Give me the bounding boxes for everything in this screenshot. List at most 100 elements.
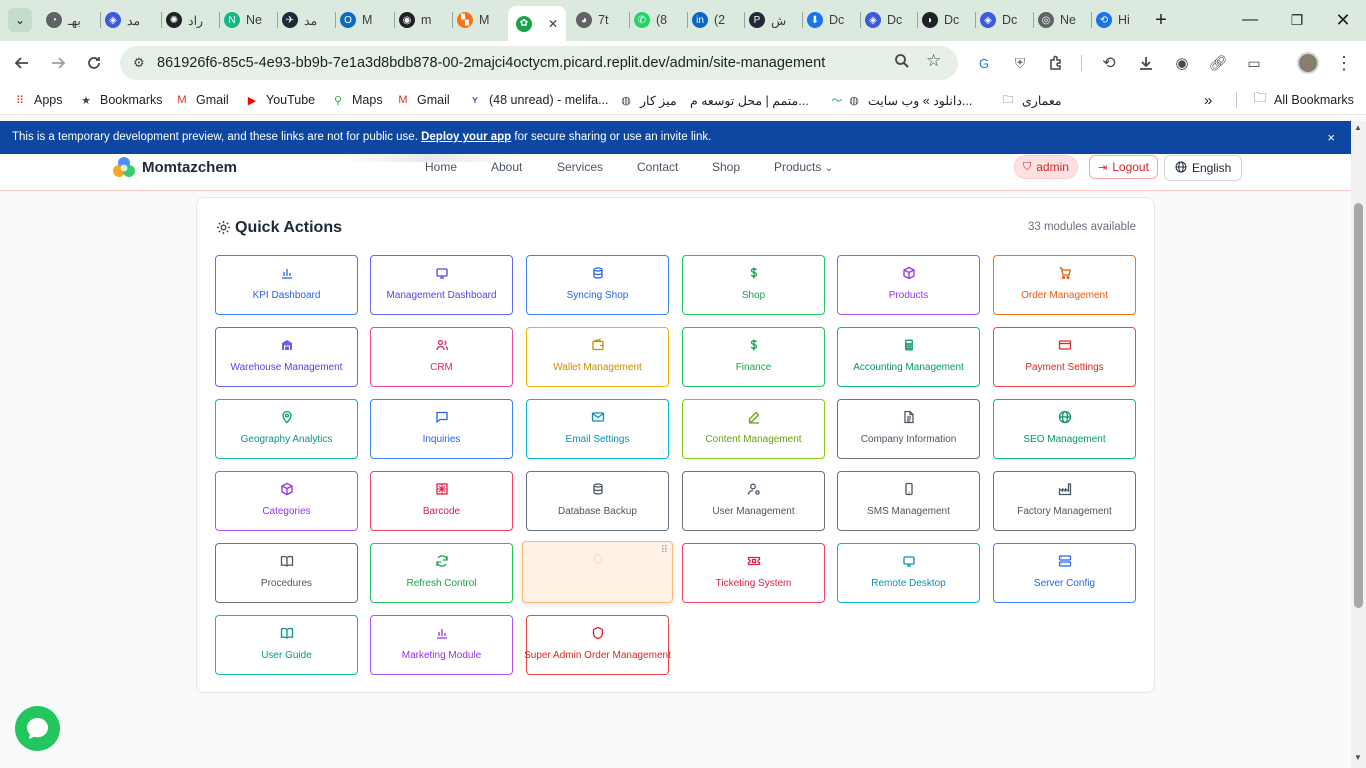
module-card-categories[interactable]: Categories (215, 471, 358, 531)
minimize-icon[interactable]: — (1238, 8, 1262, 32)
scrollbar-thumb[interactable] (1354, 203, 1363, 608)
bookmark-item[interactable]: M Gmail (395, 91, 449, 109)
bookmark-item[interactable]: ⠿ Apps (12, 91, 63, 109)
back-arrow-icon[interactable] (10, 51, 34, 75)
address-bar[interactable]: ⚙ 861926f6-85c5-4e93-bb9b-7e1a3d8bdb878-… (120, 46, 958, 80)
nav-services[interactable]: Services (557, 160, 603, 174)
module-card-remote-desktop[interactable]: Remote Desktop (837, 543, 980, 603)
module-card-email-settings[interactable]: Email Settings (526, 399, 669, 459)
nav-products[interactable]: Products ⌄ (774, 160, 833, 174)
module-card-inquiries[interactable]: Inquiries (370, 399, 513, 459)
link-icon[interactable]: 🔗︎ (1206, 51, 1230, 75)
language-selector[interactable]: English (1164, 155, 1243, 181)
scroll-up-icon[interactable]: ▲ (1354, 123, 1362, 132)
forward-arrow-icon[interactable] (46, 51, 70, 75)
site-info-icon[interactable]: ⚙ (133, 55, 145, 71)
browser-tab[interactable]: ◕ 7t (576, 6, 628, 34)
url-text[interactable]: 861926f6-85c5-4e93-bb9b-7e1a3d8bdb878-00… (157, 55, 825, 71)
tab-active[interactable]: ✿ ✕ (508, 6, 567, 41)
module-card-database-backup[interactable]: Database Backup (526, 471, 669, 531)
bookmark-item[interactable]: متمم | محل توسعه م... 〜 (690, 91, 845, 109)
module-card-payment-settings[interactable]: Payment Settings (993, 327, 1136, 387)
momtazchem-logo-icon[interactable] (112, 156, 136, 180)
drag-handle-icon[interactable]: ⠿ (661, 545, 668, 556)
module-card-kpi-dashboard[interactable]: KPI Dashboard (215, 255, 358, 315)
module-card-sms-management[interactable]: SMS Management (837, 471, 980, 531)
browser-tab[interactable]: ⬇ Dc (807, 6, 859, 34)
module-card-syncing-shop[interactable]: Syncing Shop (526, 255, 669, 315)
bookmark-item[interactable]: دانلود » وب سایت... ◍ (846, 91, 972, 109)
browser-tab[interactable]: ✆ (8 (634, 6, 686, 34)
nav-home[interactable]: Home (425, 160, 457, 174)
admin-badge[interactable]: ⛉ admin (1014, 155, 1078, 179)
browser-tab[interactable]: ▚ M (457, 6, 509, 34)
brand-name[interactable]: Momtazchem (142, 159, 237, 176)
extensions-puzzle-icon[interactable] (1044, 51, 1068, 75)
module-card-products[interactable]: Products (837, 255, 980, 315)
browser-tab[interactable]: ◈ Dc (865, 6, 917, 34)
module-card-procedures[interactable]: Procedures (215, 543, 358, 603)
bookmark-item[interactable]: ▶ YouTube (244, 91, 315, 109)
bookmark-item[interactable]: معماری 🗀 (1000, 91, 1062, 109)
browser-tab[interactable]: ◉ m (399, 6, 451, 34)
translate-icon[interactable]: G (972, 51, 996, 75)
shield-extension-icon[interactable]: ⛨ (1008, 51, 1032, 75)
browser-tab[interactable]: ◔ بهـ (46, 6, 98, 34)
module-card-crm[interactable]: CRM (370, 327, 513, 387)
reading-mode-icon[interactable]: ▭ (1242, 51, 1266, 75)
bookmark-item[interactable]: ʏ (48 unread) - melifa... (467, 91, 608, 109)
banner-close-icon[interactable]: × (1327, 130, 1335, 145)
bookmark-item[interactable]: M Gmail (174, 91, 228, 109)
all-bookmarks-button[interactable]: 🗀 All Bookmarks (1252, 90, 1353, 109)
browser-tab[interactable]: Pﺵ (749, 6, 801, 34)
module-card-super-admin-order-management[interactable]: Super Admin Order Management (524, 615, 671, 675)
nav-about[interactable]: About (491, 160, 522, 174)
bookmark-item[interactable]: ⚲ Maps (330, 91, 383, 109)
screenshot-icon[interactable]: ◉ (1170, 51, 1194, 75)
nav-contact[interactable]: Contact (637, 160, 678, 174)
module-card-management-dashboard[interactable]: Management Dashboard (370, 255, 513, 315)
bookmark-item[interactable]: میز کار ◍ (618, 91, 676, 109)
module-card-geography-analytics[interactable]: Geography Analytics (215, 399, 358, 459)
history-icon[interactable]: ⟲ (1097, 51, 1121, 75)
profile-avatar[interactable] (1296, 51, 1320, 75)
module-card-user-guide[interactable]: User Guide (215, 615, 358, 675)
close-window-icon[interactable]: ✕ (1331, 8, 1355, 32)
module-card-seo-management[interactable]: SEO Management (993, 399, 1136, 459)
browser-tab[interactable]: ⟲ Hi (1096, 6, 1148, 34)
module-card-accounting-management[interactable]: Accounting Management (837, 327, 980, 387)
module-card-content-management[interactable]: Content Management (682, 399, 825, 459)
module-card-dragged-module[interactable]: ⠿ (522, 541, 673, 603)
scroll-down-icon[interactable]: ▼ (1354, 753, 1362, 762)
module-card-order-management[interactable]: Order Management (993, 255, 1136, 315)
menu-kebab-icon[interactable]: ⋮ (1332, 51, 1356, 75)
browser-tab[interactable]: in (2 (692, 6, 744, 34)
reload-icon[interactable] (82, 51, 106, 75)
browser-tab[interactable]: ◗ Dc (922, 6, 974, 34)
module-card-user-management[interactable]: User Management (682, 471, 825, 531)
browser-tab[interactable]: ◈ مد (105, 6, 157, 34)
zoom-icon[interactable] (894, 53, 910, 74)
bookmarks-more-button[interactable]: » (1204, 91, 1212, 109)
module-card-barcode[interactable]: Barcode (370, 471, 513, 531)
module-card-marketing-module[interactable]: Marketing Module (370, 615, 513, 675)
browser-tab[interactable]: ✺ راد (166, 6, 218, 34)
module-card-ticketing-system[interactable]: Ticketing System (682, 543, 825, 603)
deploy-app-link[interactable]: Deploy your app (421, 131, 511, 143)
nav-shop[interactable]: Shop (712, 160, 740, 174)
module-card-warehouse-management[interactable]: Warehouse Management (215, 327, 358, 387)
browser-tab[interactable]: ◈ Dc (980, 6, 1032, 34)
browser-tab[interactable]: ✈ مد (282, 6, 334, 34)
new-tab-button[interactable]: + (1149, 8, 1173, 32)
tab-search-button[interactable]: ⌄ (8, 8, 32, 32)
module-card-company-information[interactable]: Company Information (837, 399, 980, 459)
restore-icon[interactable]: ❐ (1285, 8, 1309, 32)
download-icon[interactable] (1134, 51, 1158, 75)
bookmark-star-icon[interactable]: ☆ (926, 51, 941, 71)
module-card-wallet-management[interactable]: Wallet Management (526, 327, 669, 387)
module-card-shop[interactable]: Shop (682, 255, 825, 315)
module-card-refresh-control[interactable]: Refresh Control (370, 543, 513, 603)
bookmark-item[interactable]: ★ Bookmarks (78, 91, 162, 109)
module-card-server-config[interactable]: Server Config (993, 543, 1136, 603)
browser-tab[interactable]: OM (340, 6, 392, 34)
